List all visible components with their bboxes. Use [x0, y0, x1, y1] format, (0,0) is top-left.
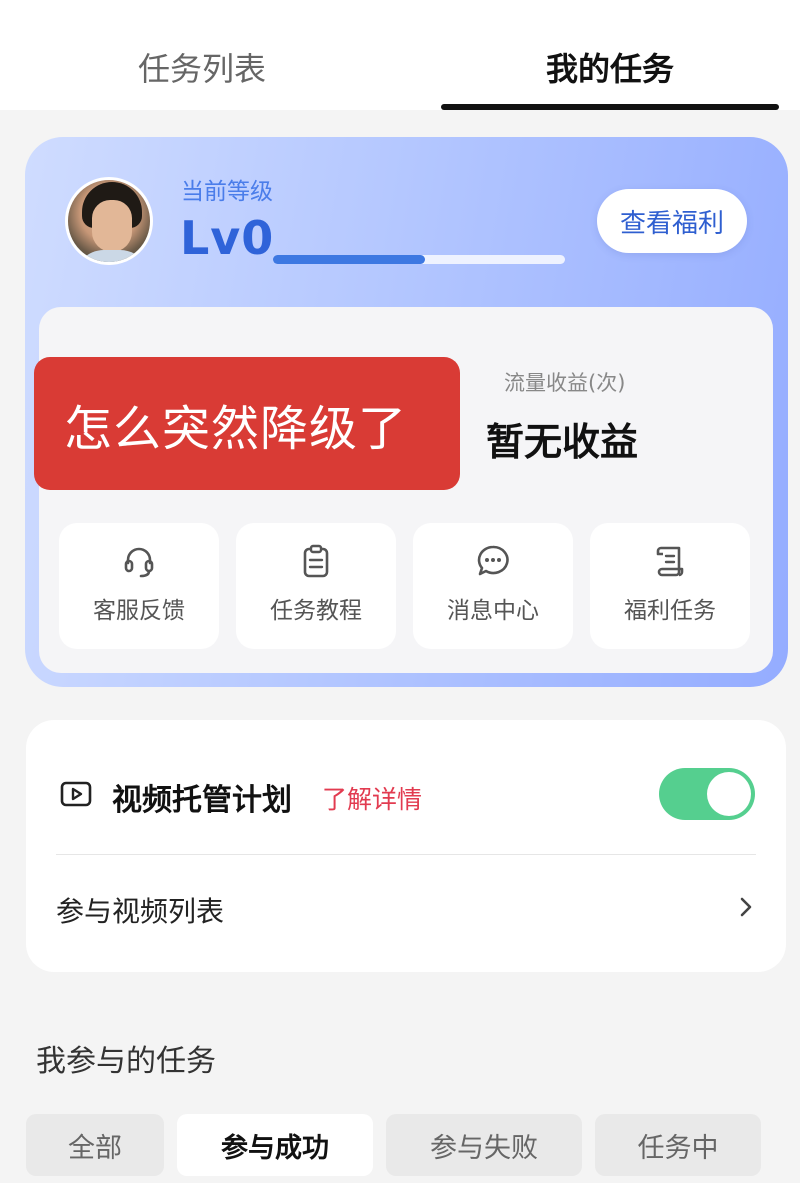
chat-bubble-icon: [477, 545, 509, 576]
overlay-caption: 怎么突然降级了: [34, 357, 460, 490]
level-progress-bar: [273, 255, 565, 264]
my-tasks-title: 我参与的任务: [36, 1044, 216, 1079]
video-play-icon: [60, 781, 92, 807]
tab-my-tasks[interactable]: 我的任务: [546, 44, 674, 90]
video-plan-title: 视频托管计划: [112, 783, 292, 818]
tool-benefit-tasks[interactable]: 福利任务: [590, 523, 750, 649]
tool-label: 福利任务: [624, 598, 716, 624]
chevron-right-icon[interactable]: [734, 893, 758, 921]
tab-task-list[interactable]: 任务列表: [138, 44, 266, 90]
clipboard-icon: [303, 544, 329, 578]
level-caption: 当前等级: [181, 179, 273, 205]
avatar-shirt: [74, 250, 150, 262]
top-tab-bar: 任务列表 我的任务: [0, 0, 800, 110]
avatar-face: [92, 200, 132, 252]
income-value: 暂无收益: [486, 420, 639, 464]
filter-success[interactable]: 参与成功: [177, 1114, 373, 1176]
video-plan-toggle[interactable]: [659, 768, 755, 820]
view-benefits-button[interactable]: 查看福利: [597, 189, 747, 253]
tool-customer-feedback[interactable]: 客服反馈: [59, 523, 219, 649]
active-tab-indicator: [441, 104, 779, 110]
avatar[interactable]: [65, 177, 153, 265]
video-plan-card: 视频托管计划 了解详情 参与视频列表: [26, 720, 786, 972]
divider: [56, 854, 756, 855]
tool-label: 消息中心: [447, 598, 539, 624]
learn-more-link[interactable]: 了解详情: [322, 780, 422, 816]
video-list-label[interactable]: 参与视频列表: [56, 890, 224, 930]
filter-failed[interactable]: 参与失败: [386, 1114, 582, 1176]
income-label: 流量收益(次): [504, 371, 626, 395]
headset-icon: [124, 547, 154, 578]
scroll-icon: [656, 546, 684, 577]
tool-task-tutorial[interactable]: 任务教程: [236, 523, 396, 649]
level-progress-fill: [273, 255, 425, 264]
filter-in-progress[interactable]: 任务中: [595, 1114, 761, 1176]
tool-label: 客服反馈: [93, 598, 185, 624]
filter-all[interactable]: 全部: [26, 1114, 164, 1176]
toggle-knob: [707, 772, 751, 816]
tool-label: 任务教程: [270, 598, 362, 624]
level-value: Lv0: [180, 211, 275, 265]
tool-message-center[interactable]: 消息中心: [413, 523, 573, 649]
